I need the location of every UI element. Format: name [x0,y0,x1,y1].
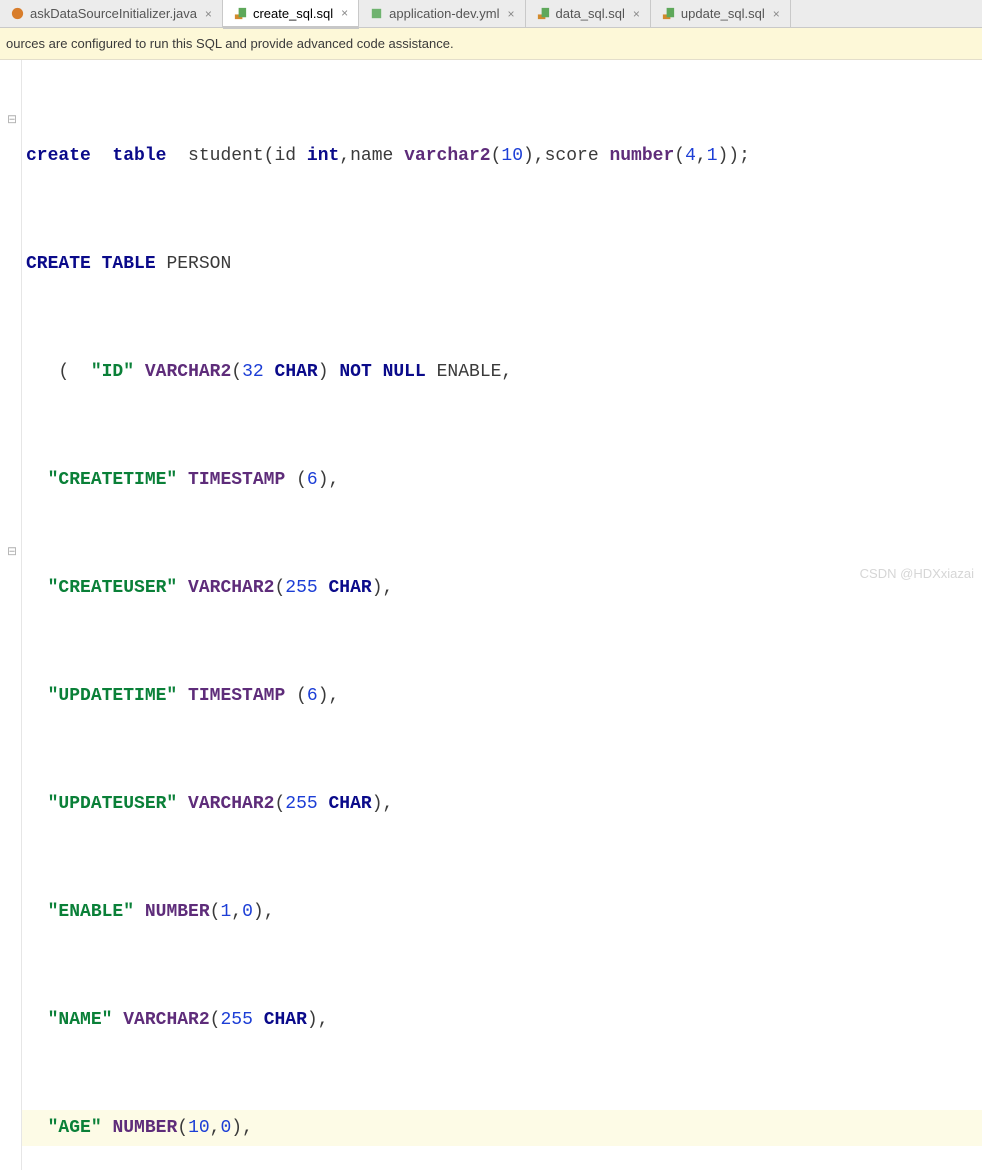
watermark: CSDN @HDXxiazai [860,566,974,581]
tab-label: application-dev.yml [389,6,499,21]
editor-tabs: askDataSourceInitializer.java × create_s… [0,0,982,28]
code-line: "UPDATEUSER" VARCHAR2(255 CHAR), [26,786,982,822]
close-icon[interactable]: × [633,7,640,21]
code-content: create table student(id int,name varchar… [26,66,982,1170]
sql-icon [233,6,248,21]
code-line: ( "ID" VARCHAR2(32 CHAR) NOT NULL ENABLE… [26,354,982,390]
tab-label: askDataSourceInitializer.java [30,6,197,21]
close-icon[interactable]: × [341,6,348,20]
java-icon [10,6,25,21]
fold-icon[interactable]: ⊟ [7,534,17,570]
gutter: ⊟ ⊟ [0,60,22,1170]
code-line: create table student(id int,name varchar… [26,138,982,174]
code-line: CREATE TABLE PERSON [26,246,982,282]
tab-label: create_sql.sql [253,6,333,21]
tab-update-sql[interactable]: update_sql.sql × [651,0,791,27]
code-line: "ENABLE" NUMBER(1,0), [26,894,982,930]
yml-icon [369,6,384,21]
tab-label: data_sql.sql [556,6,625,21]
code-line: "UPDATETIME" TIMESTAMP (6), [26,678,982,714]
close-icon[interactable]: × [205,7,212,21]
tab-application-yml[interactable]: application-dev.yml × [359,0,525,27]
sql-icon [536,6,551,21]
tab-data-sql[interactable]: data_sql.sql × [526,0,651,27]
code-line: "NAME" VARCHAR2(255 CHAR), [26,1002,982,1038]
tab-label: update_sql.sql [681,6,765,21]
code-line: "CREATETIME" TIMESTAMP (6), [26,462,982,498]
warning-banner: ources are configured to run this SQL an… [0,28,982,60]
code-line-highlighted: "AGE" NUMBER(10,0), [0,1110,982,1146]
banner-text: ources are configured to run this SQL an… [6,36,454,51]
tab-create-sql[interactable]: create_sql.sql × [223,0,359,29]
close-icon[interactable]: × [507,7,514,21]
close-icon[interactable]: × [773,7,780,21]
code-editor[interactable]: ⊟ ⊟ create table student(id int,name var… [0,60,982,1170]
fold-icon[interactable]: ⊟ [7,102,17,138]
code-line: "CREATEUSER" VARCHAR2(255 CHAR), [26,570,982,606]
sql-icon [661,6,676,21]
tab-java[interactable]: askDataSourceInitializer.java × [0,0,223,27]
